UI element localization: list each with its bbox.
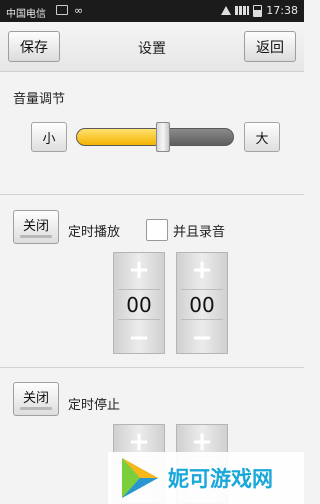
status-icons: 17:38 [221, 4, 298, 17]
minute-increment-button[interactable]: + [177, 257, 227, 283]
title-bar: 保存 设置 返回 [0, 22, 304, 72]
volume-slider-fill [77, 129, 163, 145]
record-label: 并且录音 [173, 225, 226, 240]
picker-divider [118, 289, 160, 290]
usb-notification-icon: ∞ [74, 4, 84, 17]
hour-decrement-button[interactable]: − [114, 325, 164, 351]
hour-increment-button[interactable]: + [114, 257, 164, 283]
volume-slider-thumb[interactable] [155, 122, 170, 152]
minute-decrement-button[interactable]: − [177, 325, 227, 351]
timed-stop-toggle-button[interactable]: 关闭 [13, 382, 59, 416]
section-divider [0, 367, 304, 368]
watermark-brand: 妮可游戏网 [168, 467, 273, 491]
picker-divider [181, 289, 223, 290]
toggle-indicator [20, 407, 52, 410]
toggle-indicator [20, 235, 52, 238]
return-button[interactable]: 返回 [244, 31, 296, 62]
picker-divider [118, 319, 160, 320]
record-checkbox[interactable] [146, 219, 168, 241]
play-logo-icon [122, 458, 158, 498]
hour-value[interactable]: 00 [114, 293, 164, 317]
timed-play-toggle-button[interactable]: 关闭 [13, 210, 59, 244]
image-notification-icon [56, 5, 68, 15]
status-bar: 中国电信 ∞ 17:38 [0, 0, 304, 22]
clock-time: 17:38 [266, 4, 298, 17]
section-divider [0, 194, 304, 195]
volume-label: 音量调节 [13, 92, 66, 107]
watermark: 妮可游戏网 [108, 452, 304, 504]
battery-icon [253, 4, 263, 17]
warning-icon [221, 6, 232, 15]
timed-stop-toggle-label: 关闭 [22, 391, 49, 406]
picker-divider [181, 319, 223, 320]
volume-increase-button[interactable]: 大 [244, 122, 280, 152]
minute-value[interactable]: 00 [177, 293, 227, 317]
carrier-name: 中国电信 [6, 9, 46, 20]
timed-play-toggle-label: 关闭 [22, 219, 49, 234]
volume-decrease-button[interactable]: 小 [31, 122, 67, 152]
timed-stop-label: 定时停止 [68, 398, 121, 413]
timed-play-label: 定时播放 [68, 225, 121, 240]
hour-picker: + 00 − [113, 252, 165, 354]
signal-icon [235, 6, 250, 15]
minute-picker: + 00 − [176, 252, 228, 354]
